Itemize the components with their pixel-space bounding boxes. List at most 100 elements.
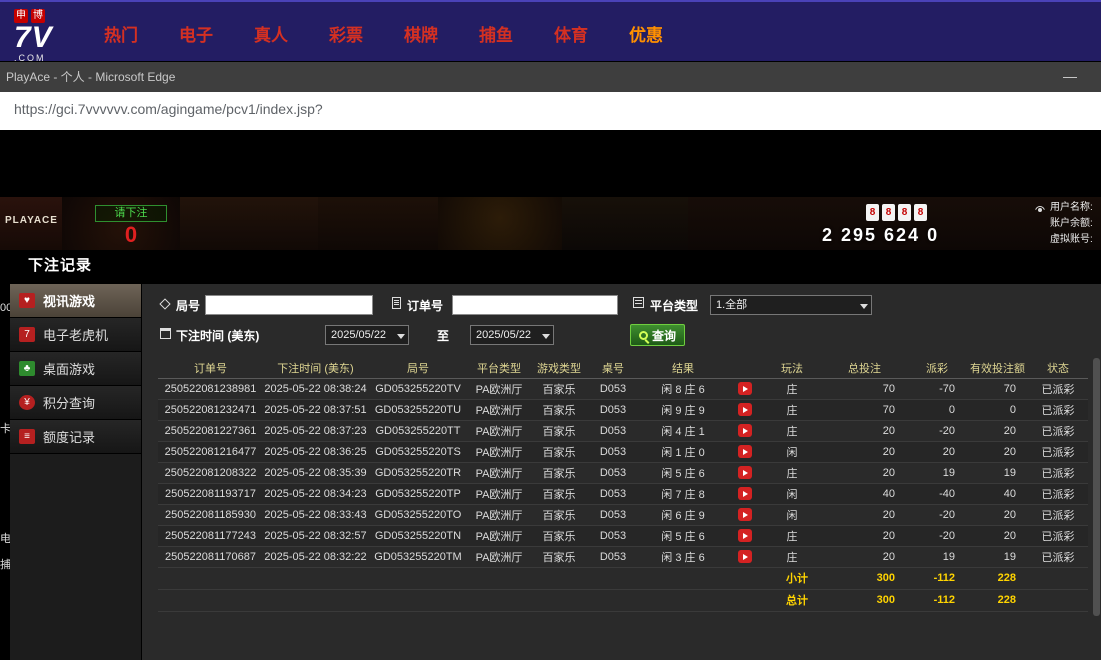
date-to-select[interactable]: 2025/05/22 <box>470 325 554 345</box>
total-total-bet: 300 <box>822 589 907 611</box>
platform-select[interactable]: 1.全部 <box>710 295 872 315</box>
cell-table-no: D053 <box>588 378 638 399</box>
search-button[interactable]: 查询 <box>630 324 685 346</box>
table-header-row: 订单号 下注时间 (美东) 局号 平台类型 游戏类型 桌号 结果 玩法 总投注 … <box>158 358 1088 378</box>
jackpot-counter: 2 295 624 0 <box>822 225 939 246</box>
nav-item-hot[interactable]: 热门 <box>104 21 138 46</box>
cell-platform: PA欧洲厅 <box>468 378 530 399</box>
cell-round-no: GD053255220TO <box>368 504 468 525</box>
nav-item-lottery[interactable]: 彩票 <box>329 21 363 46</box>
replay-button[interactable] <box>738 550 752 563</box>
round-label: 局号 <box>176 297 200 314</box>
replay-button[interactable] <box>738 466 752 479</box>
nav-item-fishing[interactable]: 捕鱼 <box>479 21 513 46</box>
round-input[interactable] <box>205 295 373 315</box>
cell-play: 庄 <box>762 525 822 546</box>
cell-table-no: D053 <box>588 420 638 441</box>
cell-play: 庄 <box>762 420 822 441</box>
cell-game-type: 百家乐 <box>530 483 588 504</box>
subtotal-valid-bet: 228 <box>967 567 1028 589</box>
table-row: 250522081238981 2025-05-22 08:38:24 GD05… <box>158 378 1088 399</box>
window-title: PlayAce - 个人 - Microsoft Edge <box>6 62 175 92</box>
platform-select-value: 1.全部 <box>716 299 747 311</box>
replay-button[interactable] <box>738 445 752 458</box>
replay-button[interactable] <box>738 508 752 521</box>
table-row: 250522081193717 2025-05-22 08:34:23 GD05… <box>158 483 1088 504</box>
order-icon <box>392 297 401 309</box>
sidebar-item-slot-machines[interactable]: 7 电子老虎机 <box>10 318 141 352</box>
cell-bet-time: 2025-05-22 08:34:23 <box>263 483 368 504</box>
sidebar-item-label: 额度记录 <box>43 427 95 446</box>
cell-status: 已派彩 <box>1028 483 1088 504</box>
playace-brand: PLAYACE <box>5 215 58 226</box>
date-from-value: 2025/05/22 <box>331 329 386 341</box>
table-row: 250522081227361 2025-05-22 08:37:23 GD05… <box>158 420 1088 441</box>
cell-total-bet: 20 <box>822 525 907 546</box>
col-play: 玩法 <box>762 358 822 378</box>
replay-button[interactable] <box>738 424 752 437</box>
nav-item-cards[interactable]: 棋牌 <box>404 21 438 46</box>
cell-game-type: 百家乐 <box>530 441 588 462</box>
col-order-no: 订单号 <box>158 358 263 378</box>
address-bar[interactable]: https://gci.7vvvvvv.com/agingame/pcv1/in… <box>0 92 1101 130</box>
col-bet-time: 下注时间 (美东) <box>263 358 368 378</box>
replay-button[interactable] <box>738 403 752 416</box>
game-preview-panel <box>562 197 688 250</box>
url-text[interactable]: https://gci.7vvvvvv.com/agingame/pcv1/in… <box>14 101 323 117</box>
cell-replay <box>728 420 762 441</box>
game-preview-panel <box>180 197 318 250</box>
table-row: 250522081177243 2025-05-22 08:32:57 GD05… <box>158 525 1088 546</box>
sidebar-item-video-games[interactable]: ♥ 视讯游戏 <box>10 284 141 318</box>
minimize-button[interactable]: — <box>1057 62 1083 90</box>
points-icon: ¥ <box>19 395 35 410</box>
site-logo[interactable]: 申博 7V .COM <box>14 5 84 63</box>
subtotal-row: 小计 300 -112 228 <box>158 567 1088 589</box>
card-row: 8 8 8 8 <box>866 204 927 221</box>
cell-payout: -20 <box>907 504 967 525</box>
table-row: 250522081170687 2025-05-22 08:32:22 GD05… <box>158 546 1088 567</box>
replay-button[interactable] <box>738 487 752 500</box>
nav-item-slots[interactable]: 电子 <box>179 21 213 46</box>
cell-result: 闲 1 庄 0 <box>638 441 728 462</box>
nav-item-promotions[interactable]: 优惠 <box>629 21 663 46</box>
cell-bet-time: 2025-05-22 08:33:43 <box>263 504 368 525</box>
cell-table-no: D053 <box>588 504 638 525</box>
order-input[interactable] <box>452 295 618 315</box>
replay-button[interactable] <box>738 529 752 542</box>
cell-order-no: 250522081227361 <box>158 420 263 441</box>
table-scrollbar[interactable] <box>1093 358 1100 616</box>
sidebar-item-label: 积分查询 <box>43 393 95 412</box>
cell-bet-time: 2025-05-22 08:32:57 <box>263 525 368 546</box>
page-background <box>0 130 1101 197</box>
nav-item-sports[interactable]: 体育 <box>554 21 588 46</box>
cell-status: 已派彩 <box>1028 378 1088 399</box>
playing-card: 8 <box>882 204 895 221</box>
cell-replay <box>728 462 762 483</box>
records-icon: ≡ <box>19 429 35 444</box>
cell-status: 已派彩 <box>1028 462 1088 483</box>
cell-replay <box>728 504 762 525</box>
cell-valid-bet: 19 <box>967 462 1028 483</box>
cell-payout: 19 <box>907 546 967 567</box>
cell-total-bet: 20 <box>822 441 907 462</box>
sidebar-item-table-games[interactable]: ♣ 桌面游戏 <box>10 352 141 386</box>
cell-table-no: D053 <box>588 546 638 567</box>
cell-total-bet: 40 <box>822 483 907 504</box>
nav-item-live[interactable]: 真人 <box>254 21 288 46</box>
date-from-select[interactable]: 2025/05/22 <box>325 325 409 345</box>
cell-valid-bet: 20 <box>967 441 1028 462</box>
sidebar-item-label: 桌面游戏 <box>43 359 95 378</box>
col-valid-bet: 有效投注额 <box>967 358 1028 378</box>
sidebar-item-credit-records[interactable]: ≡ 额度记录 <box>10 420 141 454</box>
subtotal-payout: -112 <box>907 567 967 589</box>
table-row: 250522081185930 2025-05-22 08:33:43 GD05… <box>158 504 1088 525</box>
cell-play: 闲 <box>762 504 822 525</box>
cell-platform: PA欧洲厅 <box>468 546 530 567</box>
subtotal-total-bet: 300 <box>822 567 907 589</box>
sidebar-item-points-query[interactable]: ¥ 积分查询 <box>10 386 141 420</box>
replay-button[interactable] <box>738 382 752 395</box>
cell-game-type: 百家乐 <box>530 378 588 399</box>
cell-valid-bet: 20 <box>967 420 1028 441</box>
bet-time-label: 下注时间 (美东) <box>176 327 259 344</box>
cell-status: 已派彩 <box>1028 504 1088 525</box>
